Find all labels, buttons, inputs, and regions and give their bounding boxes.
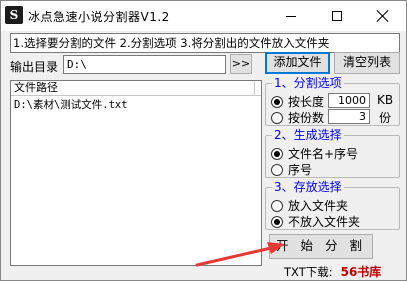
add-file-button[interactable]: 添加文件 bbox=[265, 52, 330, 74]
file-list-header: 文件路径 bbox=[11, 81, 261, 96]
app-logo-icon: S bbox=[5, 6, 23, 24]
output-dir-label: 输出目录 bbox=[10, 60, 59, 74]
naming-options-title: 2、生成选择 bbox=[272, 128, 344, 142]
browse-button[interactable]: >> bbox=[230, 54, 252, 74]
parts-input[interactable]: 3 bbox=[328, 109, 370, 124]
radio-seq-only-indicator[interactable] bbox=[271, 163, 283, 176]
maximize-icon bbox=[332, 11, 342, 21]
radio-by-length-label: 按长度 bbox=[288, 95, 325, 109]
column-header-file-path[interactable]: 文件路径 bbox=[11, 81, 255, 96]
close-icon bbox=[377, 10, 389, 22]
file-list[interactable]: 文件路径 D:\素材\测试文件.txt bbox=[10, 80, 262, 266]
radio-into-folder-label: 放入文件夹 bbox=[288, 199, 349, 213]
radio-into-folder-indicator[interactable] bbox=[271, 199, 283, 212]
site-link[interactable]: 56书库 bbox=[341, 265, 382, 279]
radio-seq-only-label: 序号 bbox=[288, 163, 313, 177]
radio-filename-seq-label: 文件名+序号 bbox=[288, 147, 359, 161]
storage-options-title: 3、存放选择 bbox=[272, 180, 344, 194]
download-label: TXT下载: bbox=[284, 265, 333, 279]
start-split-button[interactable]: 开 始 分 割 bbox=[269, 234, 373, 259]
radio-no-folder-label: 不放入文件夹 bbox=[288, 215, 361, 229]
window-title: 冰点急速小说分割器V1.2 bbox=[28, 10, 170, 24]
split-options-group: 1、分割选项 按长度 1000 KB 按份数 3 份 bbox=[265, 76, 400, 126]
radio-by-parts[interactable]: 按份数 bbox=[271, 109, 324, 126]
parts-unit: 份 bbox=[379, 111, 392, 125]
output-dir-input[interactable]: D:\ bbox=[63, 55, 226, 74]
radio-seq-only[interactable]: 序号 bbox=[271, 161, 312, 178]
length-input[interactable]: 1000 bbox=[328, 93, 370, 108]
radio-filename-seq-indicator[interactable] bbox=[271, 147, 283, 160]
radio-filename-seq[interactable]: 文件名+序号 bbox=[271, 145, 358, 162]
radio-no-folder-indicator[interactable] bbox=[271, 215, 283, 228]
minimize-icon bbox=[286, 15, 296, 17]
radio-into-folder[interactable]: 放入文件夹 bbox=[271, 197, 348, 214]
length-unit: KB bbox=[377, 93, 394, 107]
radio-by-length-indicator[interactable] bbox=[271, 95, 283, 108]
app-window: S 冰点急速小说分割器V1.2 1.选择要分割的文件 2.分割选项 3.将分割出… bbox=[0, 0, 407, 281]
clear-list-button[interactable]: 清空列表 bbox=[334, 52, 400, 74]
radio-by-parts-indicator[interactable] bbox=[271, 111, 283, 124]
title-bar[interactable]: S 冰点急速小说分割器V1.2 bbox=[1, 1, 406, 31]
close-button[interactable] bbox=[360, 1, 406, 31]
maximize-button[interactable] bbox=[314, 1, 360, 31]
radio-by-length[interactable]: 按长度 bbox=[271, 93, 324, 110]
download-footer[interactable]: TXT下载: 56书库 bbox=[284, 263, 381, 280]
file-list-row[interactable]: D:\素材\测试文件.txt bbox=[14, 98, 128, 112]
radio-by-parts-label: 按份数 bbox=[288, 111, 325, 125]
split-options-title: 1、分割选项 bbox=[272, 76, 344, 90]
minimize-button[interactable] bbox=[268, 1, 314, 31]
instructions-banner: 1.选择要分割的文件 2.分割选项 3.将分割出的文件放入文件夹 bbox=[10, 33, 400, 53]
radio-no-folder[interactable]: 不放入文件夹 bbox=[271, 213, 360, 230]
naming-options-group: 2、生成选择 文件名+序号 序号 bbox=[265, 128, 400, 178]
storage-options-group: 3、存放选择 放入文件夹 不放入文件夹 bbox=[265, 180, 400, 230]
